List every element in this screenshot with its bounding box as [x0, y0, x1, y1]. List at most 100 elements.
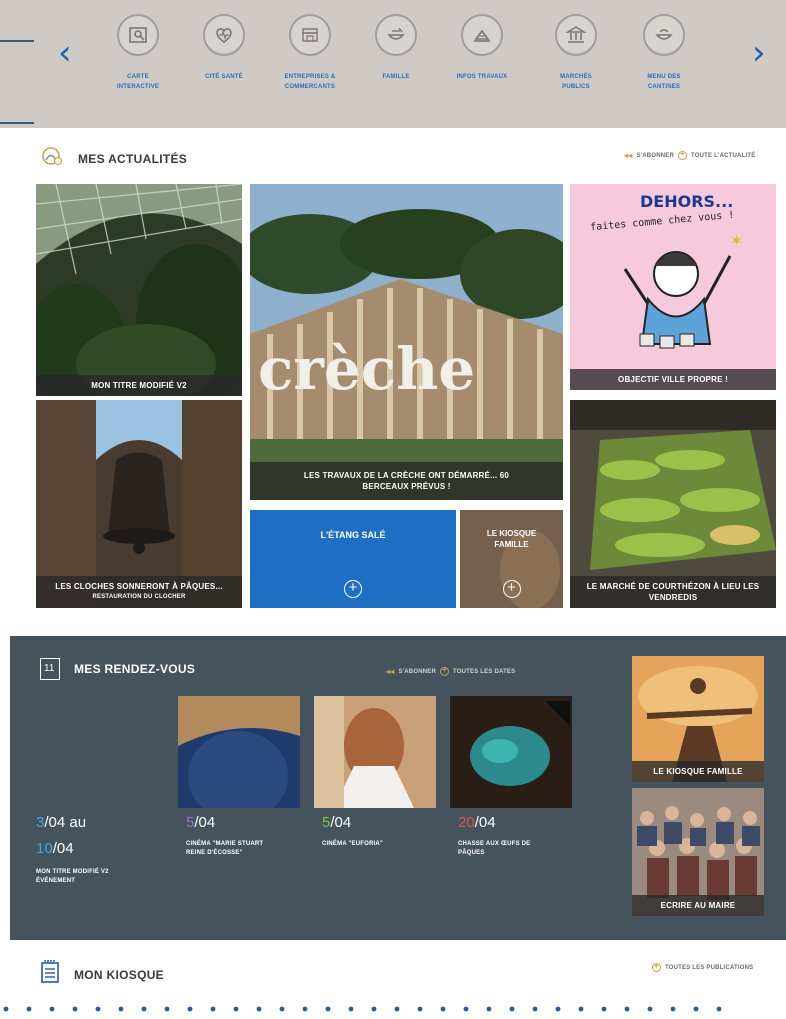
plus-circle-icon[interactable]: + — [344, 580, 362, 598]
rdv-links: ◂◂ S'ABONNER TOUTES LES DATES — [386, 665, 515, 676]
rdv-subscribe-link[interactable]: S'ABONNER — [398, 669, 436, 675]
separator-dot — [555, 1006, 561, 1012]
services-prev-arrow[interactable]: ‹ — [58, 36, 72, 70]
news-tile-marche[interactable]: LE MARCHÉ DE COURTHÉZON À LIEU LES VENDR… — [570, 400, 776, 608]
rdv-section: 11 MES RENDEZ-VOUS ◂◂ S'ABONNER TOUTES L… — [10, 636, 786, 940]
news-title: MES ACTUALITÉS — [78, 151, 188, 166]
separator-dot — [624, 1006, 630, 1012]
separator-dot — [49, 1006, 55, 1012]
service-label: FAMILLE — [382, 74, 410, 80]
side-caption: LE KIOSQUE FAMILLE — [632, 761, 764, 782]
service-famille[interactable]: FAMILLE — [356, 14, 436, 82]
separator-dot — [210, 1006, 216, 1012]
rdv-header: 11 MES RENDEZ-VOUS — [40, 658, 195, 680]
services-next-arrow[interactable]: › — [752, 36, 766, 70]
news-tile-cloches[interactable]: LES CLOCHES SONNERONT À PÂQUES... RESTAU… — [36, 400, 242, 608]
kiosque-title: LE KIOSQUE FAMILLE — [486, 529, 537, 549]
separator-dot — [72, 1006, 78, 1012]
separator-dot — [394, 1006, 400, 1012]
service-infos-travaux[interactable]: INFOS TRAVAUX — [442, 14, 522, 82]
service-menu-cantines[interactable]: MENU DES CANTINES — [624, 14, 704, 92]
separator-dot — [187, 1006, 193, 1012]
news-caption: LES TRAVAUX DE LA CRÈCHE ONT DÉMARRÉ... … — [250, 462, 563, 500]
separator-dot — [486, 1006, 492, 1012]
news-links: ◂◂ S'ABONNER TOUTE L'ACTUALITÉ — [624, 149, 755, 160]
separator-dot — [509, 1006, 515, 1012]
separator-dot — [348, 1006, 354, 1012]
news-tile-ville-propre[interactable]: DEHORS... faites comme chez vous ! ✶ OBJ… — [570, 184, 776, 390]
event-photo — [178, 696, 300, 808]
plus-circle-icon — [652, 961, 661, 972]
news-icon — [40, 146, 64, 171]
rdv-side-kiosque-famille[interactable]: LE KIOSQUE FAMILLE — [632, 656, 764, 782]
event-title: MON TITRE MODIFIÉ V2 ÉVÉNEMENT — [36, 869, 109, 884]
public-building-icon — [555, 14, 597, 56]
separator-dot — [279, 1006, 285, 1012]
rss-icon: ◂◂ — [386, 667, 395, 676]
news-tile-greenhouse[interactable]: MON TITRE MODIFIÉ V2 — [36, 184, 242, 396]
service-cite-sante[interactable]: CITÉ SANTÉ — [184, 14, 264, 82]
divider — [0, 122, 34, 124]
news-tile-etang-sale[interactable]: L'ÉTANG SALÉ + — [250, 510, 456, 608]
rdv-side-ecrire-maire[interactable]: ECRIRE AU MAIRE — [632, 788, 764, 916]
separator-dot — [601, 1006, 607, 1012]
dotted-separator — [3, 1006, 722, 1012]
cloches-subtitle: RESTAURATION DU CLOCHER — [92, 594, 186, 600]
service-label: CITÉ SANTÉ — [205, 74, 243, 80]
etang-title: L'ÉTANG SALÉ — [320, 530, 386, 540]
event-photo — [450, 696, 572, 808]
canteen-icon — [643, 14, 685, 56]
news-subscribe-link[interactable]: S'ABONNER — [636, 153, 674, 159]
news-caption: OBJECTIF VILLE PROPRE ! — [570, 369, 776, 390]
service-label: ENTREPRISES & COMMERCANTS — [284, 74, 336, 90]
event-date: 10/04 — [36, 840, 74, 857]
news-caption: MON TITRE MODIFIÉ V2 — [36, 375, 242, 396]
news-tile-creche[interactable]: crèche LES TRAVAUX DE LA CRÈCHE ONT DÉMA… — [250, 184, 563, 500]
separator-dot — [578, 1006, 584, 1012]
event-date: 20/04 — [458, 814, 496, 831]
separator-dot — [463, 1006, 469, 1012]
rss-icon: ◂◂ — [624, 151, 633, 160]
separator-dot — [670, 1006, 676, 1012]
news-header: MES ACTUALITÉS — [40, 146, 187, 171]
separator-dot — [3, 1006, 9, 1012]
event-date: 3/04 au — [36, 814, 87, 831]
separator-dot — [693, 1006, 699, 1012]
event-title: CHASSE AUX ŒUFS DE PÂQUES — [458, 841, 531, 856]
separator-dot — [302, 1006, 308, 1012]
shop-icon — [289, 14, 331, 56]
rdv-all-link[interactable]: TOUTES LES DATES — [453, 669, 515, 675]
cloches-title: LES CLOCHES SONNERONT À PÂQUES... — [55, 582, 223, 591]
news-tile-kiosque-famille[interactable]: LE KIOSQUE FAMILLE + — [460, 510, 563, 608]
map-icon — [117, 14, 159, 56]
service-carte-interactive[interactable]: CARTE INTERACTIVE — [98, 14, 178, 92]
side-caption: ECRIRE AU MAIRE — [632, 895, 764, 916]
separator-dot — [371, 1006, 377, 1012]
event-date: 5/04 — [186, 814, 216, 831]
service-label: CARTE INTERACTIVE — [116, 74, 160, 90]
kiosque-all-link[interactable]: TOUTES LES PUBLICATIONS — [665, 965, 753, 971]
event-title: CINÉMA "MARIE STUART REINE D'ÉCOSSE" — [186, 841, 264, 856]
service-marches-publics[interactable]: MARCHÉS PUBLICS — [536, 14, 616, 92]
plus-circle-icon — [440, 665, 450, 676]
health-icon — [203, 14, 245, 56]
plus-circle-icon[interactable]: + — [502, 580, 521, 598]
news-caption: LE MARCHÉ DE COURTHÉZON À LIEU LES VENDR… — [570, 576, 776, 608]
event-title: CINÉMA "EUFORIA" — [322, 841, 383, 847]
rdv-title: MES RENDEZ-VOUS — [74, 662, 196, 676]
service-entreprises[interactable]: ENTREPRISES & COMMERCANTS — [270, 14, 350, 92]
separator-dot — [26, 1006, 32, 1012]
services-bar: ‹ › CARTE INTERACTIVE CITÉ SANTÉ ENTREPR… — [0, 0, 786, 128]
separator-dot — [532, 1006, 538, 1012]
service-label: MENU DES CANTINES — [647, 74, 681, 90]
kiosque-links: TOUTES LES PUBLICATIONS — [652, 961, 753, 972]
poster-illustration: ✶ — [623, 233, 743, 349]
service-label: MARCHÉS PUBLICS — [560, 74, 592, 90]
magazine-icon — [40, 960, 60, 989]
works-icon — [461, 14, 503, 56]
separator-dot — [256, 1006, 262, 1012]
news-all-link[interactable]: TOUTE L'ACTUALITÉ — [691, 153, 755, 159]
kiosque-title: MON KIOSQUE — [74, 967, 164, 982]
event-photo — [314, 696, 436, 808]
separator-dot — [118, 1006, 124, 1012]
